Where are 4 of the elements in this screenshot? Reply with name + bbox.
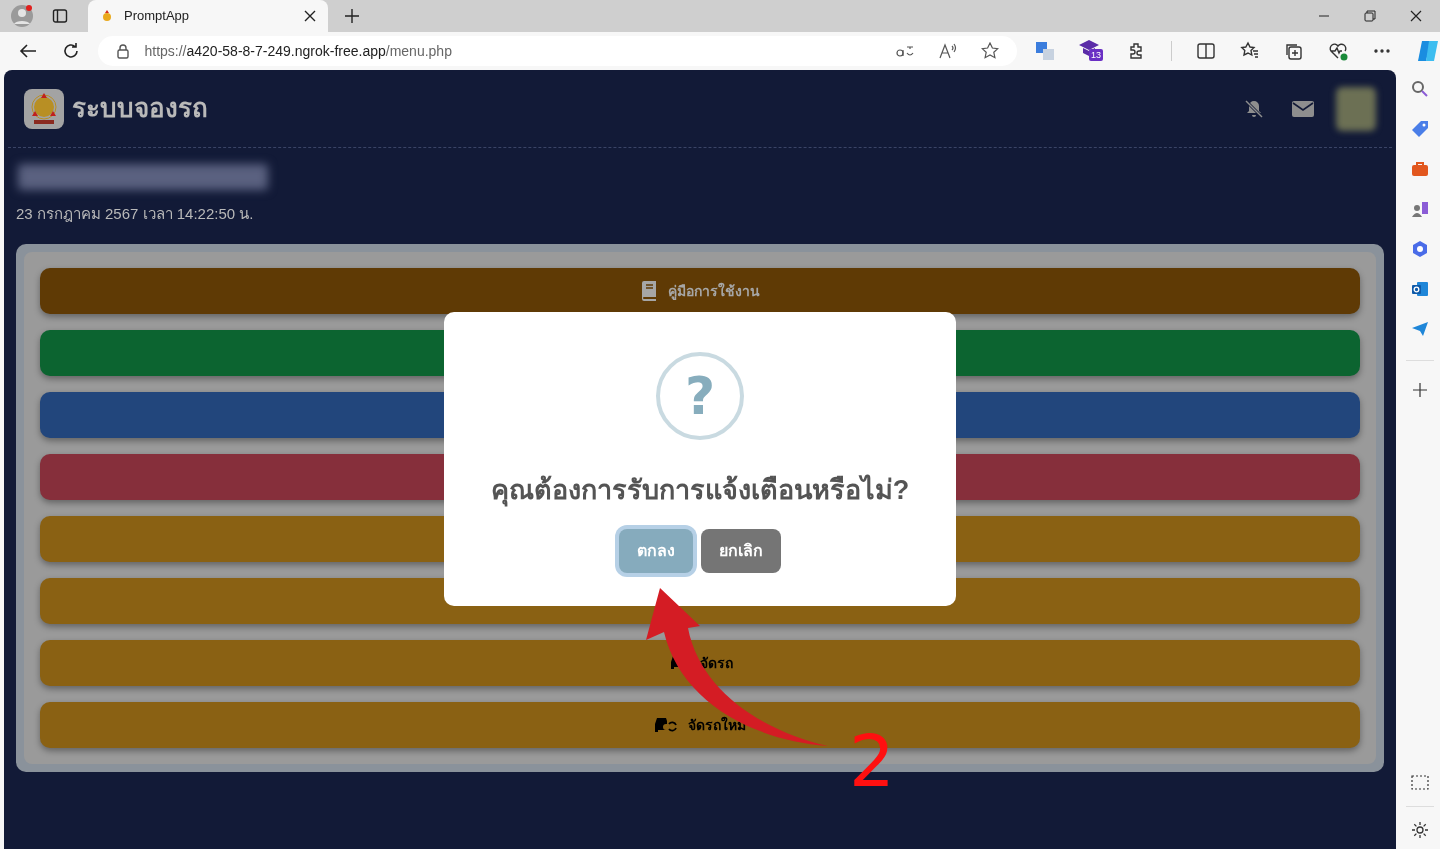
question-icon: ? xyxy=(656,352,744,440)
date-time: 23 กรกฎาคม 2567 เวลา 14:22:50 น. xyxy=(16,204,255,224)
app-title: ระบบจองรถ xyxy=(72,92,208,125)
dialog-question: คุณต้องการรับการแจ้งเตือนหรือไม่? xyxy=(490,473,910,509)
